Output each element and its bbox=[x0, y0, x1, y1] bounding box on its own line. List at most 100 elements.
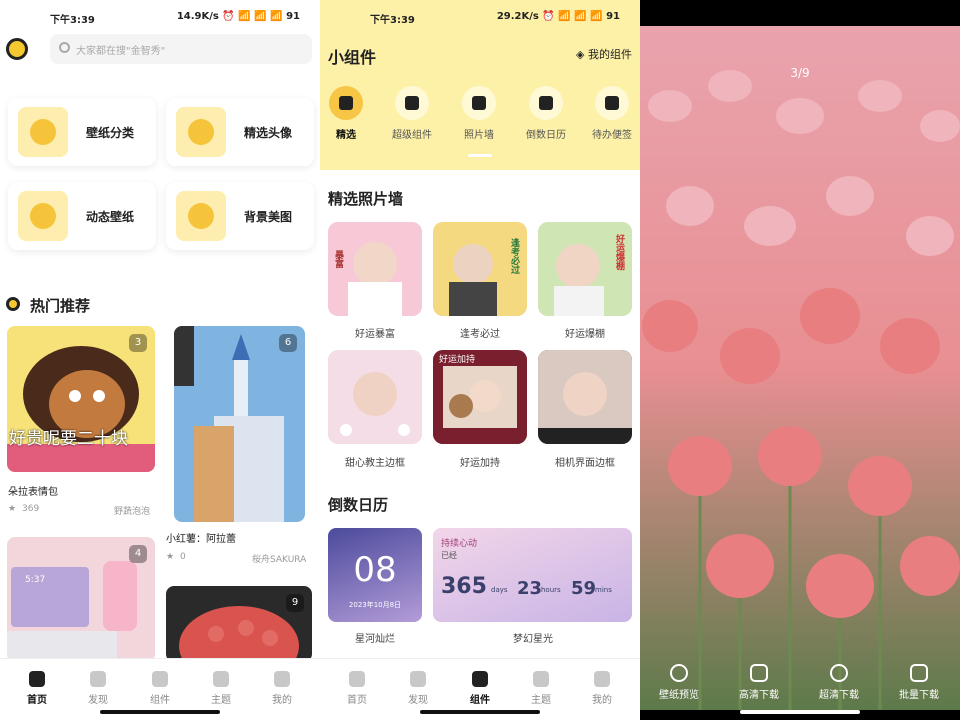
app-logo-icon[interactable] bbox=[6, 38, 28, 60]
category-wallpaper[interactable]: 壁纸分类 bbox=[8, 98, 156, 166]
status-time: 下午3:39 bbox=[50, 15, 95, 26]
bottom-nav: 首页 发现 组件 主题 我的 bbox=[320, 658, 640, 720]
hd-download-button[interactable]: 高清下载 bbox=[724, 664, 794, 701]
status-bar: 下午3:39 29.2K/s ⏰ 📶 📶 📶 91 bbox=[320, 0, 640, 34]
tulip-wallpaper-image[interactable] bbox=[640, 26, 960, 710]
preview-wallpaper-button[interactable]: 壁纸预览 bbox=[644, 664, 714, 701]
tab-indicator bbox=[468, 154, 492, 157]
countdown-mins: 59 bbox=[571, 578, 597, 599]
avatar-category-icon bbox=[176, 107, 226, 157]
layers-icon: ◈ bbox=[576, 48, 588, 61]
nav-label: 首页 bbox=[347, 695, 367, 706]
download-icon bbox=[750, 664, 768, 682]
tab-photo-wall[interactable]: 照片墙 bbox=[449, 86, 509, 141]
image-count-badge: 3 bbox=[129, 334, 147, 352]
countdown-big-number: 08 bbox=[353, 550, 397, 590]
tab-label: 照片墙 bbox=[464, 130, 494, 141]
wallpaper-preview-screen: 3/9 壁纸预览 高清下载 超清下载 批量下载 bbox=[640, 0, 960, 720]
person-icon bbox=[274, 671, 290, 687]
hot-card-roses[interactable]: 9 bbox=[166, 586, 312, 662]
countdown-hours: 23 bbox=[517, 578, 543, 599]
countdown-dreamy[interactable]: 持续心动 已经 365 days 23 hours 59 mins bbox=[433, 528, 632, 622]
nav-widgets[interactable]: 组件 bbox=[135, 671, 185, 706]
category-background[interactable]: 背景美图 bbox=[166, 182, 314, 250]
photo-wall-label: 逢考必过 bbox=[460, 329, 500, 340]
uhd-download-button[interactable]: 超清下载 bbox=[804, 664, 874, 701]
widgets-icon bbox=[152, 671, 168, 687]
countdown-label: 梦幻星光 bbox=[513, 634, 553, 645]
nav-discover[interactable]: 发现 bbox=[393, 671, 443, 706]
card-title: 朵拉表情包 bbox=[8, 487, 58, 498]
nav-label: 组件 bbox=[150, 695, 170, 706]
home-icon bbox=[349, 671, 365, 687]
clock-text: 5:37 bbox=[25, 575, 46, 585]
countdown-starry[interactable]: 08 2023年10月8日 bbox=[328, 528, 422, 622]
frame-tag: 好运爆棚 bbox=[614, 234, 624, 270]
nav-label: 发现 bbox=[88, 695, 108, 706]
photo-wall-item[interactable] bbox=[328, 350, 422, 444]
hot-card-dora[interactable]: 3 好贵呢要二十块 bbox=[7, 326, 155, 472]
tab-label: 精选 bbox=[336, 130, 356, 141]
nav-label: 组件 bbox=[470, 695, 490, 706]
photo-wall-item[interactable]: 好运加持 bbox=[433, 350, 527, 444]
nav-theme[interactable]: 主题 bbox=[516, 671, 566, 706]
tab-super-widget[interactable]: 超级组件 bbox=[382, 86, 442, 141]
batch-download-button[interactable]: 批量下载 bbox=[884, 664, 954, 701]
image-counter: 3/9 bbox=[790, 66, 810, 80]
home-indicator bbox=[740, 710, 860, 714]
my-widgets-button[interactable]: ◈ 我的组件 bbox=[576, 46, 632, 62]
photo-wall-item[interactable]: 暴富 bbox=[328, 222, 422, 316]
card-author: 桜舟SAKURA bbox=[252, 555, 307, 565]
search-input[interactable]: 大家都在搜"金智秀" bbox=[50, 34, 312, 64]
home-icon bbox=[29, 671, 45, 687]
discover-icon bbox=[90, 671, 106, 687]
nav-home[interactable]: 首页 bbox=[332, 671, 382, 706]
nav-label: 发现 bbox=[408, 695, 428, 706]
nav-label: 我的 bbox=[592, 695, 612, 706]
home-indicator bbox=[420, 710, 540, 714]
star-icon: ★ bbox=[166, 552, 175, 562]
tab-label: 待办便签 bbox=[592, 130, 632, 141]
countdown-sub: 已经 bbox=[441, 551, 457, 560]
countdown-mins-unit: mins bbox=[595, 586, 612, 594]
nav-widgets[interactable]: 组件 bbox=[455, 671, 505, 706]
image-count-badge: 4 bbox=[129, 545, 147, 563]
countdown-days-unit: days bbox=[491, 586, 508, 594]
action-label: 超清下载 bbox=[819, 690, 859, 701]
photo-wall-label: 好运爆棚 bbox=[565, 329, 605, 340]
section-countdown: 倒数日历 bbox=[328, 496, 389, 514]
category-label: 背景美图 bbox=[244, 210, 293, 224]
photo-wall-item[interactable]: 逢考必过 bbox=[433, 222, 527, 316]
widgets-icon bbox=[472, 671, 488, 687]
countdown-date: 2023年10月8日 bbox=[348, 601, 402, 609]
castle-image bbox=[174, 326, 305, 522]
nav-discover[interactable]: 发现 bbox=[73, 671, 123, 706]
tab-countdown[interactable]: 倒数日历 bbox=[516, 86, 576, 141]
nav-mine[interactable]: 我的 bbox=[257, 671, 307, 706]
person-icon bbox=[594, 671, 610, 687]
bottom-nav: 首页 发现 组件 主题 我的 bbox=[0, 658, 320, 720]
category-live-wallpaper[interactable]: 动态壁纸 bbox=[8, 182, 156, 250]
nav-theme[interactable]: 主题 bbox=[196, 671, 246, 706]
photo-wall-label: 相机界面边框 bbox=[555, 458, 615, 469]
photo-icon bbox=[462, 86, 496, 120]
image-count-badge: 9 bbox=[286, 594, 304, 612]
nav-home[interactable]: 首页 bbox=[12, 671, 62, 706]
hot-card-desk[interactable]: 5:37 4 bbox=[7, 537, 155, 662]
frame-tag: 好运加持 bbox=[439, 355, 476, 365]
tab-featured[interactable]: 精选 bbox=[320, 86, 376, 141]
countdown-days: 365 bbox=[441, 574, 487, 599]
card-likes: 369 bbox=[22, 504, 40, 514]
nav-label: 我的 bbox=[272, 695, 292, 706]
hot-card-castle[interactable]: 6 bbox=[174, 326, 305, 522]
category-avatar[interactable]: 精选头像 bbox=[166, 98, 314, 166]
nav-mine[interactable]: 我的 bbox=[577, 671, 627, 706]
tab-todo[interactable]: 待办便签 bbox=[582, 86, 640, 141]
page-title: 小组件 bbox=[328, 48, 377, 67]
photo-wall-item[interactable]: 好运爆棚 bbox=[538, 222, 632, 316]
eye-icon bbox=[670, 664, 688, 682]
my-widgets-label: 我的组件 bbox=[588, 48, 632, 61]
card-author: 野蔬泡泡 bbox=[114, 507, 151, 517]
frame-tag: 逢考必过 bbox=[509, 238, 519, 274]
photo-wall-item[interactable] bbox=[538, 350, 632, 444]
